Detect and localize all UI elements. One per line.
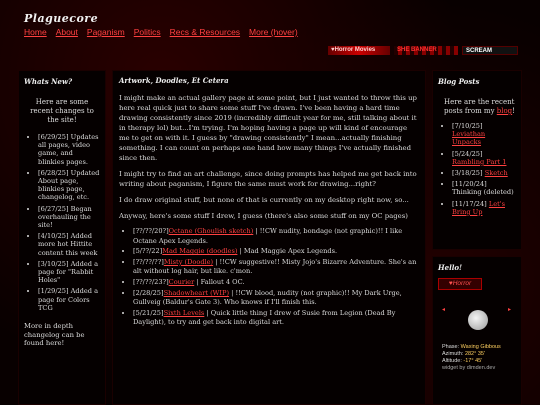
list-item: [??/??/20?]Octane (Ghoulish sketch) | !!… (133, 227, 419, 246)
list-item: [??/??/??]Misty (Doodle) | !!CW suggesti… (133, 258, 419, 277)
site-title: Plaguecore (24, 12, 99, 25)
post-title: Thinking (deleted) (452, 188, 514, 197)
blog-intro: Here are the recent posts from my blog! (444, 98, 516, 116)
moon-info: Phase: Waxing Gibbous Azimuth: 282° 35' … (442, 344, 501, 372)
nav-politics[interactable]: Politics (134, 27, 161, 37)
artwork-link[interactable]: Shadowheart (WIP) (164, 289, 229, 297)
horror-badge: ♥Horror (438, 278, 482, 290)
nav-home[interactable]: Home (24, 27, 47, 37)
widget-credit: widget by dimden.dev (442, 365, 496, 371)
artwork-list: [??/??/20?]Octane (Ghoulish sketch) | !!… (119, 227, 419, 328)
she-banner: SHE BANNER (394, 46, 458, 55)
list-item: [2/28/25]Shadowheart (WIP) | !!CW blood,… (133, 289, 419, 308)
artwork-date: [??/??/23?] (133, 277, 169, 286)
list-item: [??/??/23?]Courier | Fallout 4 OC. (133, 278, 419, 288)
post-link[interactable]: Rambling Part 1 (452, 158, 506, 166)
moon-icon (468, 310, 488, 330)
list-item: [6/29/25] Updates all pages, video game,… (38, 133, 100, 166)
artwork-desc: | Mad Maggie Apex Legends. (237, 247, 338, 256)
post-date: [5/24/25] (452, 149, 483, 158)
list-item: [6/28/25] Updated About page, blinkies p… (38, 169, 100, 202)
artwork-link[interactable]: Misty (Doodle) (164, 258, 213, 266)
artwork-date: [??/??/??] (133, 257, 164, 266)
moon-azimuth: 282° 35' (464, 351, 486, 357)
artwork-date: [5/??/22] (133, 247, 163, 256)
main-nav: Home About Paganism Politics Recs & Reso… (24, 27, 298, 37)
artwork-date: [2/28/25] (133, 288, 164, 297)
whats-new-title: Whats New? (24, 77, 73, 86)
list-item: [4/10/25] Added more hot Hittite content… (38, 232, 100, 257)
hello-title: Hello! (438, 263, 463, 272)
banner-row: ♥Horror Movies SHE BANNER SCREAM (328, 46, 518, 55)
paragraph: I might try to find an art challenge, si… (119, 170, 417, 188)
nav-more[interactable]: More (hover) (249, 27, 298, 37)
list-item: [1/29/25] Added a page for Colors TCG (38, 287, 100, 312)
list-item: [5/24/25] Rambling Part 1 (452, 150, 516, 166)
changelog-outro: More in depth changelog can be found her… (24, 322, 85, 348)
post-date: [7/10/25] (452, 122, 483, 130)
artwork-link[interactable]: Courier (169, 278, 195, 286)
post-date: [11/20/24] (452, 180, 487, 189)
list-item: [11/17/24] Let's Bring Up (452, 200, 516, 216)
moon-altitude: -17° 45' (463, 358, 483, 364)
moon-phase: Waxing Gibbous (460, 344, 501, 350)
list-item: [3/18/25] Sketch (452, 169, 516, 177)
phase-label: Phase: (442, 344, 460, 350)
arrow-icon[interactable]: ◂ (442, 306, 445, 313)
blog-posts-title: Blog Posts (438, 77, 480, 86)
list-item: [6/27/25] Began overhauling the site! (38, 205, 100, 230)
scream-banner: SCREAM (462, 46, 518, 55)
whats-new-panel: Whats New? Here are some recent changes … (18, 70, 106, 405)
post-link[interactable]: Sketch (485, 169, 508, 177)
whats-new-intro: Here are some recent changes to the site… (30, 98, 94, 124)
list-item: [5/??/22]Mad Maggie (doodles) | Mad Magg… (133, 247, 419, 257)
blog-posts-panel: Blog Posts Here are the recent posts fro… (432, 70, 522, 250)
blog-link[interactable]: blog (497, 107, 512, 115)
nav-about[interactable]: About (56, 27, 78, 37)
artwork-link[interactable]: Mad Maggie (doodles) (162, 247, 237, 255)
moon-widget: ◂ ▸ Phase: Waxing Gibbous Azimuth: 282° … (438, 304, 516, 378)
paragraph: I might make an actual gallery page at s… (119, 94, 417, 162)
horror-movies-banner: ♥Horror Movies (328, 46, 390, 55)
nav-recs[interactable]: Recs & Resources (170, 27, 240, 37)
main-title: Artwork, Doodles, Et Cetera (119, 76, 229, 85)
artwork-link[interactable]: Octane (Ghoulish sketch) (169, 227, 254, 235)
arrow-icon[interactable]: ▸ (508, 306, 511, 313)
altitude-label: Altitude: (442, 358, 462, 364)
list-item: [7/10/25] Leviathan Unpacks (452, 122, 516, 147)
main-content: Artwork, Doodles, Et Cetera I might make… (112, 70, 426, 405)
post-date: [3/18/25] (452, 169, 483, 178)
post-link[interactable]: Leviathan Unpacks (452, 130, 485, 146)
changelog-list: [6/29/25] Updates all pages, video game,… (24, 133, 100, 312)
paragraph: I do draw original stuff, but none of th… (119, 196, 409, 204)
blog-post-list: [7/10/25] Leviathan Unpacks [5/24/25] Ra… (438, 122, 516, 216)
artwork-date: [5/21/25] (133, 308, 164, 317)
artwork-desc: | Fallout 4 OC. (194, 277, 245, 286)
list-item: [11/20/24] Thinking (deleted) (452, 180, 516, 196)
artwork-link[interactable]: Sixth Levels (164, 309, 205, 317)
paragraph: Anyway, here's some stuff I drew, I gues… (119, 212, 408, 220)
header: Plaguecore Home About Paganism Politics … (18, 10, 522, 64)
artwork-date: [??/??/20?] (133, 227, 169, 235)
nav-paganism[interactable]: Paganism (87, 27, 125, 37)
hello-panel: Hello! ♥Horror ◂ ▸ Phase: Waxing Gibbous… (432, 256, 522, 405)
list-item: [3/10/25] Added a page for "Rabbit Holes… (38, 260, 100, 285)
list-item: [5/21/25]Sixth Levels | Quick little thi… (133, 309, 419, 328)
post-date: [11/17/24] (452, 199, 487, 208)
azimuth-label: Azimuth: (442, 351, 464, 357)
blog-intro-end: ! (512, 107, 515, 115)
